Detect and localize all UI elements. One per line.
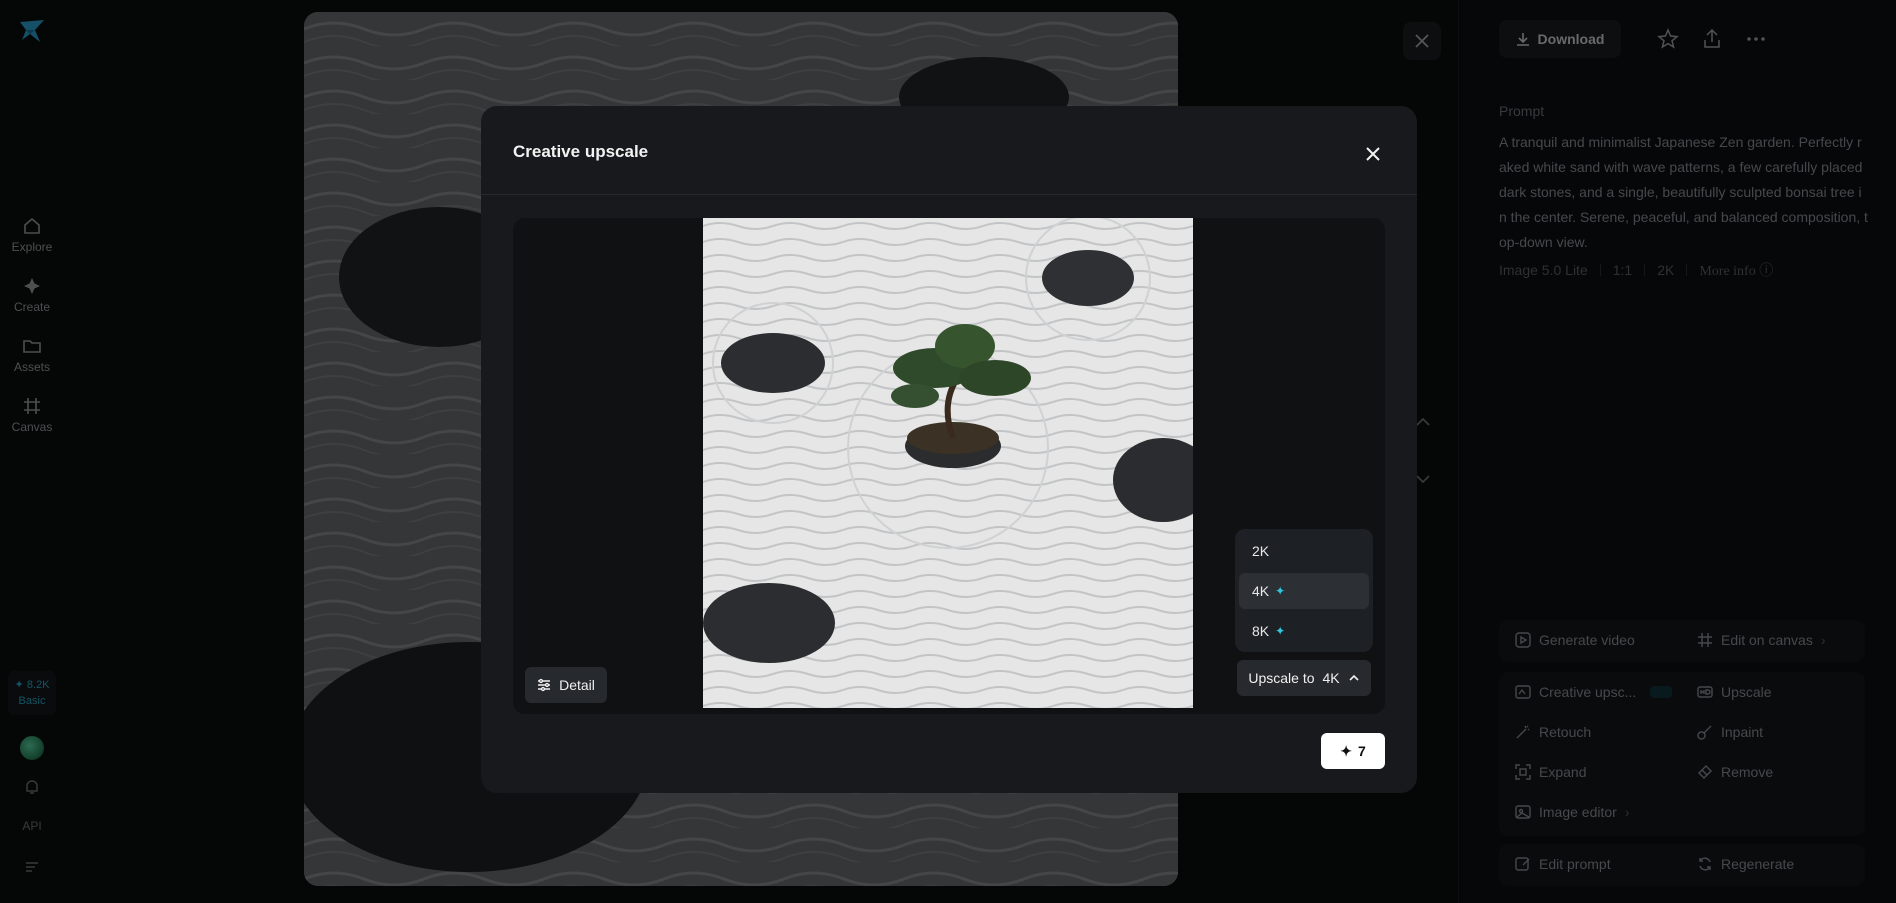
detail-button[interactable]: Detail [525, 667, 607, 703]
dialog-title: Creative upscale [513, 142, 649, 161]
option-2k[interactable]: 2K [1239, 533, 1369, 569]
option-label: 4K [1252, 583, 1270, 599]
zen-garden-preview [703, 218, 1193, 708]
option-8k[interactable]: 8K ✦ [1239, 613, 1369, 649]
option-4k[interactable]: 4K ✦ [1239, 573, 1369, 609]
upscale-to-select[interactable]: Upscale to 4K [1237, 660, 1371, 696]
detail-label: Detail [559, 677, 595, 693]
generate-button[interactable]: ✦ 7 [1321, 733, 1385, 769]
creative-upscale-dialog: Creative upscale Detail 2K 4K ✦ 8K ✦ Ups… [481, 106, 1417, 793]
sparkle-icon: ✦ [1340, 742, 1352, 759]
chevron-up-icon [1349, 674, 1359, 681]
option-label: 2K [1252, 543, 1270, 559]
resolution-dropdown: 2K 4K ✦ 8K ✦ [1235, 529, 1373, 652]
generate-cost: 7 [1357, 743, 1366, 759]
option-label: 8K [1252, 623, 1270, 639]
premium-sparkle-icon: ✦ [1275, 584, 1286, 598]
premium-sparkle-icon: ✦ [1275, 624, 1286, 638]
upscale-prefix: Upscale to [1248, 670, 1315, 686]
close-icon[interactable] [1361, 142, 1385, 166]
upscale-value: 4K [1322, 670, 1340, 686]
sliders-icon [538, 678, 551, 692]
dialog-divider [481, 194, 1417, 195]
preview-stage: Detail 2K 4K ✦ 8K ✦ Upscale to 4K [513, 218, 1385, 714]
